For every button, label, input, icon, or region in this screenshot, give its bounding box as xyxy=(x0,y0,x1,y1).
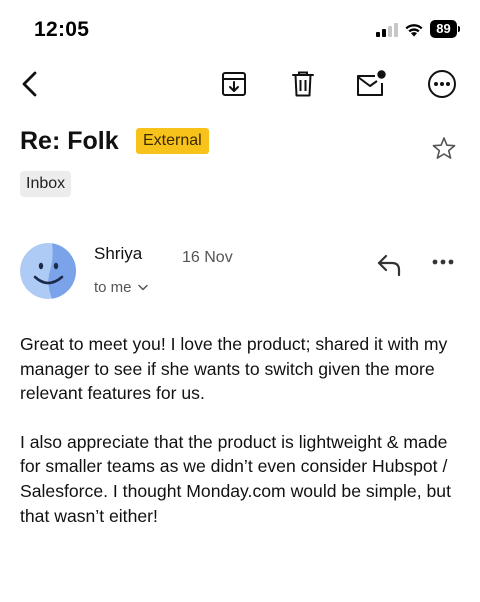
mark-unread-icon xyxy=(357,70,386,96)
back-button[interactable] xyxy=(14,68,46,100)
external-badge: External xyxy=(136,128,209,154)
email-subject: Re: Folk xyxy=(20,127,119,155)
mark-unread-button[interactable] xyxy=(355,68,387,100)
more-options-button[interactable] xyxy=(426,68,458,100)
email-body: Great to meet you! I love the product; s… xyxy=(20,332,464,552)
battery-level: 89 xyxy=(430,20,457,38)
recipient-toggle[interactable]: to me xyxy=(94,279,148,296)
reply-icon[interactable] xyxy=(374,248,404,278)
email-date: 16 Nov xyxy=(182,249,233,266)
archive-button[interactable] xyxy=(218,68,250,100)
wifi-icon xyxy=(405,24,423,37)
avatar[interactable] xyxy=(20,243,76,299)
back-chevron-icon xyxy=(22,71,37,97)
sender-row: Shriya 16 Nov to me xyxy=(20,240,460,304)
more-horizontal-icon[interactable] xyxy=(430,252,456,272)
email-paragraph: I also appreciate that the product is li… xyxy=(20,431,451,526)
sender-name[interactable]: Shriya xyxy=(94,244,142,264)
label-chip-inbox[interactable]: Inbox xyxy=(20,171,72,197)
recipient-label: to me xyxy=(94,279,132,296)
more-options-icon xyxy=(428,70,456,98)
battery-nub xyxy=(458,26,460,32)
archive-icon xyxy=(222,72,246,96)
status-time: 12:05 xyxy=(34,18,90,41)
star-icon[interactable] xyxy=(430,135,458,163)
delete-button[interactable] xyxy=(287,68,319,100)
chevron-down-icon xyxy=(137,284,148,291)
toolbar xyxy=(0,62,480,106)
email-paragraph: Great to meet you! I love the product; s… xyxy=(20,334,448,404)
status-bar: 12:05 89 xyxy=(0,0,480,60)
trash-icon xyxy=(292,71,314,97)
subject-row: Re: Folk External xyxy=(20,126,460,160)
battery-icon: 89 xyxy=(430,20,460,38)
signal-icon xyxy=(376,23,398,37)
